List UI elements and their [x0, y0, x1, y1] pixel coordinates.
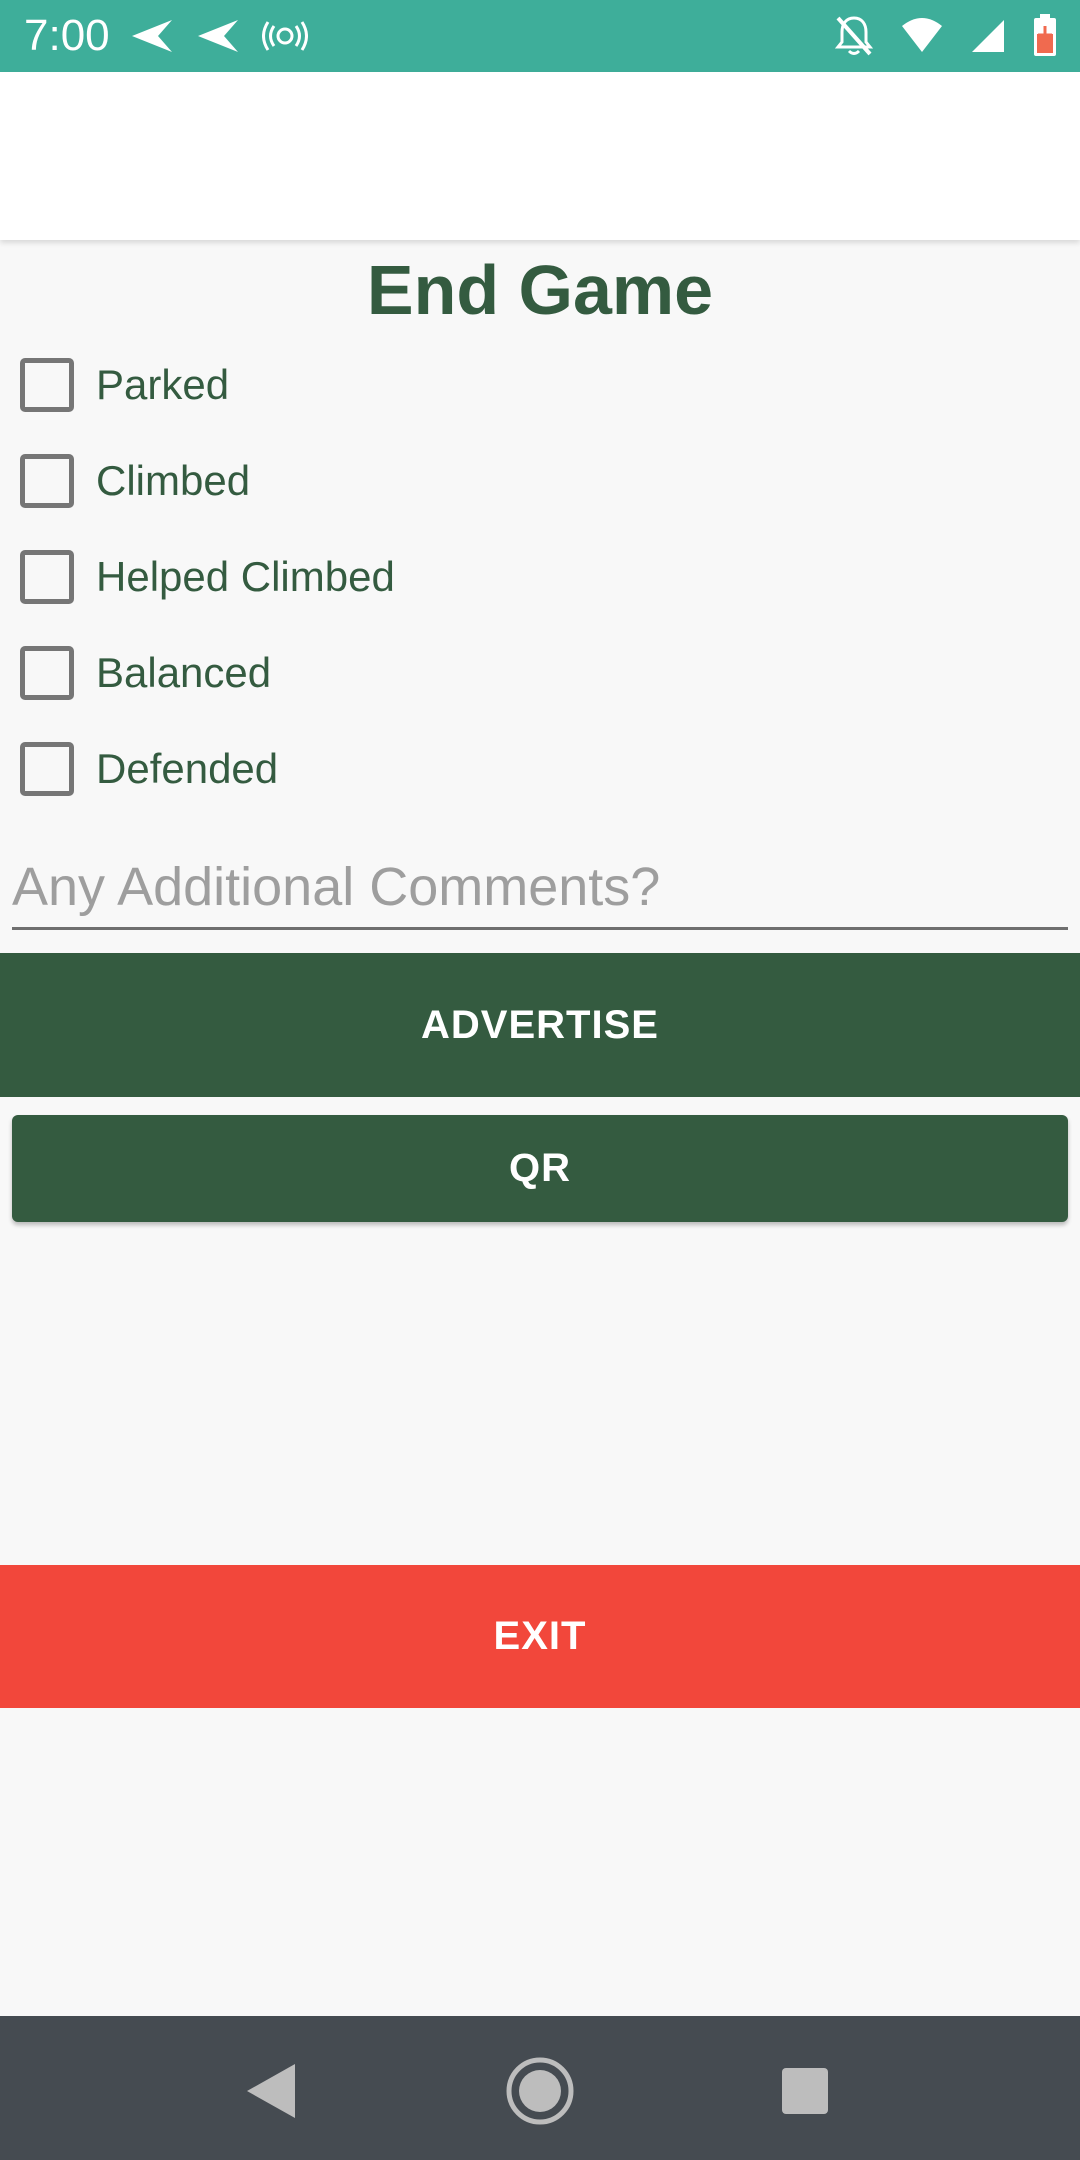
status-icons-right	[834, 10, 1058, 62]
comments-field	[12, 848, 1068, 930]
status-bar: 7:00	[0, 0, 1080, 72]
back-icon[interactable]	[235, 2056, 305, 2126]
home-icon[interactable]	[505, 2056, 575, 2126]
balanced-checkbox[interactable]	[20, 646, 74, 700]
recents-icon[interactable]	[770, 2056, 840, 2126]
checkbox-row-climbed[interactable]: Climbed	[20, 446, 720, 516]
battery-charging-icon	[1034, 14, 1056, 56]
qr-button[interactable]: QR	[12, 1115, 1068, 1222]
parked-checkbox[interactable]	[20, 358, 74, 412]
signal-icon	[972, 20, 1004, 52]
checkbox-row-balanced[interactable]: Balanced	[20, 638, 720, 708]
checkbox-label: Climbed	[96, 457, 251, 504]
page-title: End Game	[366, 251, 714, 329]
defended-checkbox[interactable]	[20, 742, 74, 796]
checkbox-label: Defended	[96, 745, 279, 792]
checkbox-label: Parked	[96, 361, 230, 408]
checkbox-row-parked[interactable]: Parked	[20, 350, 720, 420]
status-time: 7:00	[24, 11, 110, 60]
exit-button[interactable]: EXIT	[0, 1565, 1080, 1708]
hotspot-icon	[262, 21, 308, 51]
navigation-bar	[0, 2016, 1080, 2160]
send-icon	[198, 20, 238, 52]
app-bar	[0, 72, 1080, 240]
send-icon	[132, 20, 172, 52]
checkbox-row-helped-climbed[interactable]: Helped Climbed	[20, 542, 720, 612]
notifications-off-icon	[834, 16, 874, 56]
advertise-button[interactable]: ADVERTISE	[0, 953, 1080, 1097]
checkbox-row-defended[interactable]: Defended	[20, 734, 720, 804]
wifi-icon	[902, 18, 942, 52]
checkbox-label: Helped Climbed	[96, 553, 395, 600]
comments-input[interactable]	[12, 848, 1068, 926]
status-icons-left	[130, 14, 308, 58]
helped-climbed-checkbox[interactable]	[20, 550, 74, 604]
climbed-checkbox[interactable]	[20, 454, 74, 508]
checkbox-label: Balanced	[96, 649, 272, 696]
